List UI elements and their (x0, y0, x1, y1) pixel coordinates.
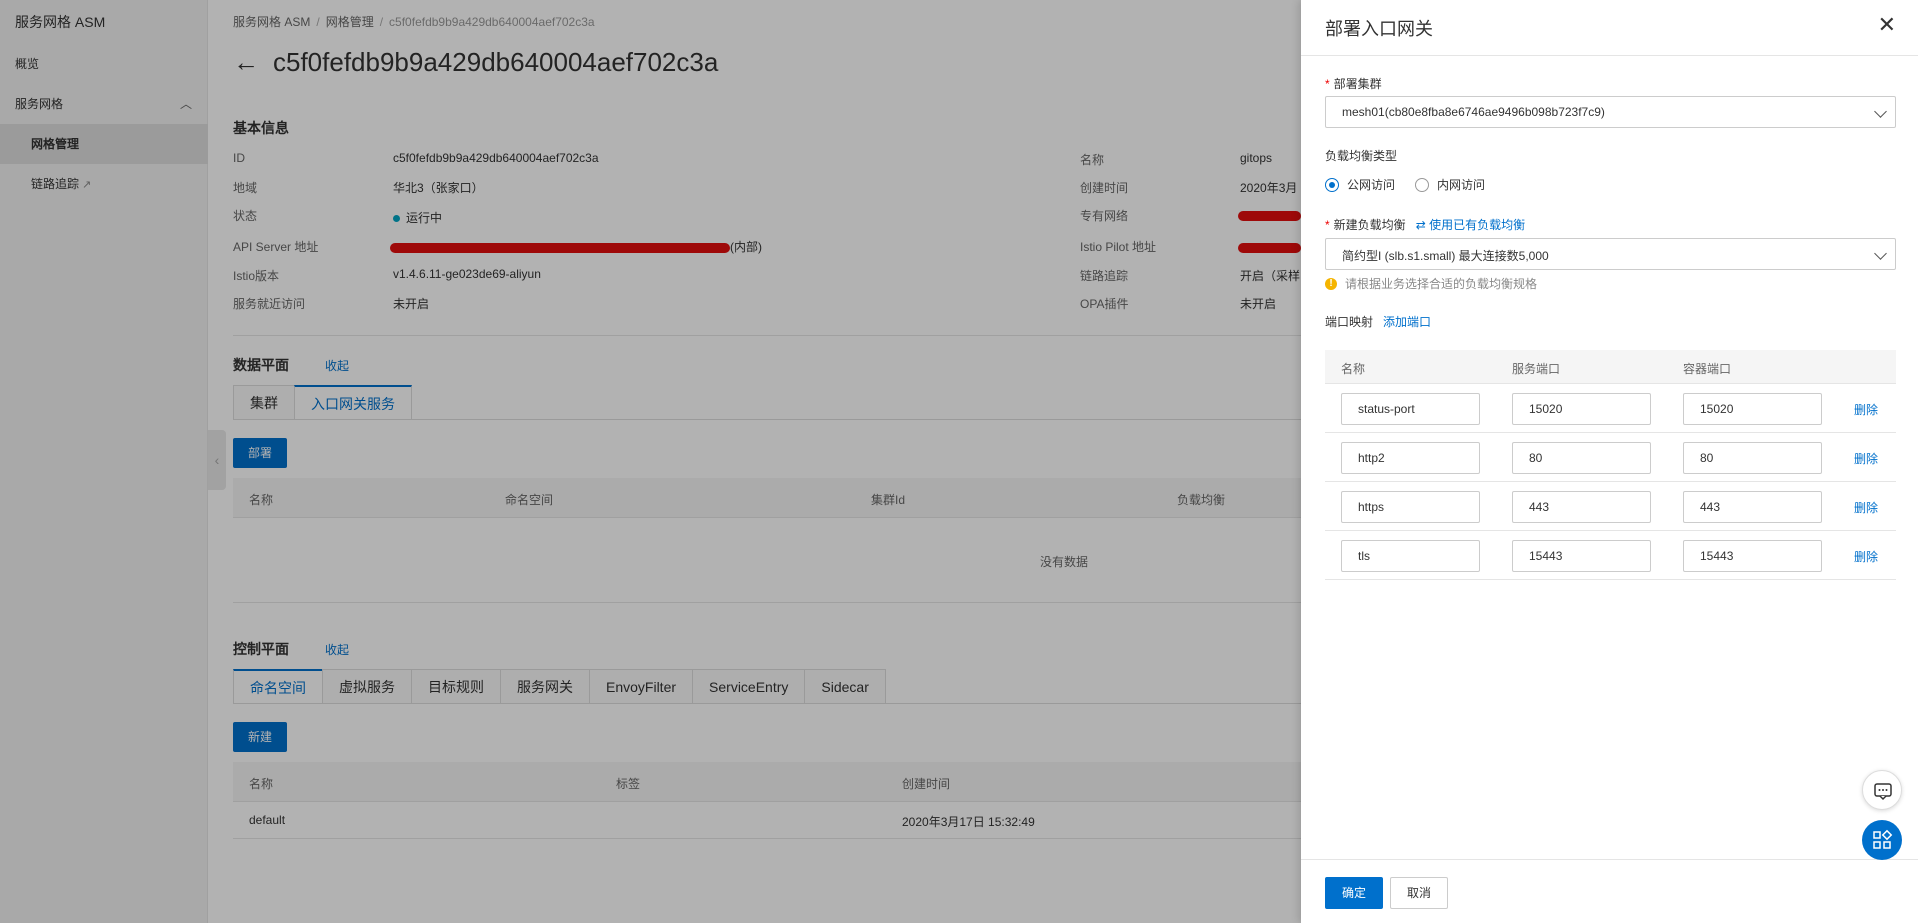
service-port-input[interactable]: 15020 (1512, 393, 1651, 425)
container-port-input[interactable]: 15020 (1683, 393, 1822, 425)
delete-port-link[interactable]: 删除 (1854, 401, 1878, 418)
table-row: status-port 15020 15020 删除 (1325, 384, 1896, 433)
radio-label: 内网访问 (1437, 178, 1486, 192)
apps-grid-icon (1873, 829, 1893, 849)
confirm-button[interactable]: 确定 (1325, 877, 1384, 909)
container-port-input[interactable]: 80 (1683, 442, 1822, 474)
column-header: 服务端口 (1512, 362, 1561, 376)
label-text: 部署集群 (1333, 77, 1382, 91)
cluster-select[interactable]: mesh01(cb80e8fba8e6746ae9496b098b723f7c9… (1325, 96, 1896, 128)
delete-port-link[interactable]: 删除 (1854, 450, 1878, 467)
required-mark: * (1325, 218, 1330, 232)
container-port-input[interactable]: 15443 (1683, 540, 1822, 572)
table-row: tls 15443 15443 删除 (1325, 531, 1896, 580)
service-port-input[interactable]: 443 (1512, 491, 1651, 523)
port-name-input[interactable]: tls (1341, 540, 1480, 572)
lb-spec-select[interactable]: 简约型I (slb.s1.small) 最大连接数5,000 (1325, 238, 1896, 270)
delete-port-link[interactable]: 删除 (1854, 548, 1878, 565)
lb-type-label: 负载均衡类型 (1325, 149, 1398, 163)
cluster-select-value: mesh01(cb80e8fba8e6746ae9496b098b723f7c9… (1342, 105, 1605, 119)
port-table-header: 名称 服务端口 容器端口 (1325, 350, 1896, 384)
lb-type-radio-group: 公网访问 内网访问 (1325, 176, 1505, 193)
radio-label: 公网访问 (1347, 178, 1396, 192)
hint-text: 请根据业务选择合适的负载均衡规格 (1345, 277, 1538, 291)
table-row: http2 80 80 删除 (1325, 433, 1896, 482)
port-name-input[interactable]: status-port (1341, 393, 1480, 425)
chevron-down-icon (1874, 105, 1887, 118)
label-text: 新建负载均衡 (1333, 218, 1406, 232)
warning-icon: ! (1325, 277, 1337, 290)
apps-button[interactable] (1862, 820, 1902, 860)
delete-port-link[interactable]: 删除 (1854, 499, 1878, 516)
port-name-input[interactable]: http2 (1341, 442, 1480, 474)
cluster-label: * 部署集群 (1325, 75, 1382, 92)
divider (1301, 859, 1918, 860)
column-header: 名称 (1341, 362, 1366, 376)
new-lb-label: * 新建负载均衡 ⇄ 使用已有负载均衡 (1325, 216, 1525, 233)
drawer-title: 部署入口网关 (1325, 19, 1433, 39)
chat-button[interactable] (1862, 770, 1902, 810)
add-port-link[interactable]: 添加端口 (1383, 315, 1431, 329)
radio-checked-icon (1325, 177, 1339, 192)
port-name-input[interactable]: https (1341, 491, 1480, 523)
divider (1301, 55, 1918, 56)
radio-public[interactable]: 公网访问 (1325, 176, 1395, 193)
radio-unchecked-icon (1415, 177, 1430, 192)
column-header: 容器端口 (1683, 362, 1732, 376)
radio-private[interactable]: 内网访问 (1415, 176, 1485, 193)
close-icon[interactable]: ✕ (1878, 14, 1896, 36)
swap-icon: ⇄ (1415, 218, 1430, 232)
service-port-input[interactable]: 15443 (1512, 540, 1651, 572)
lb-spec-select-value: 简约型I (slb.s1.small) 最大连接数5,000 (1342, 249, 1549, 263)
chat-icon (1874, 783, 1892, 801)
cancel-button[interactable]: 取消 (1390, 877, 1449, 909)
port-mapping-label: 端口映射 添加端口 (1325, 313, 1431, 330)
link-text: 使用已有负载均衡 (1429, 218, 1526, 232)
container-port-input[interactable]: 443 (1683, 491, 1822, 523)
lb-hint: ! 请根据业务选择合适的负载均衡规格 (1325, 275, 1537, 292)
table-row: https 443 443 删除 (1325, 482, 1896, 531)
service-port-input[interactable]: 80 (1512, 442, 1651, 474)
use-existing-lb-link[interactable]: ⇄ 使用已有负载均衡 (1416, 218, 1525, 232)
chevron-down-icon (1874, 247, 1887, 260)
required-mark: * (1325, 77, 1330, 91)
label-text: 端口映射 (1325, 315, 1374, 329)
deploy-gateway-drawer: 部署入口网关 ✕ * 部署集群 mesh01(cb80e8fba8e6746ae9… (1301, 0, 1918, 923)
